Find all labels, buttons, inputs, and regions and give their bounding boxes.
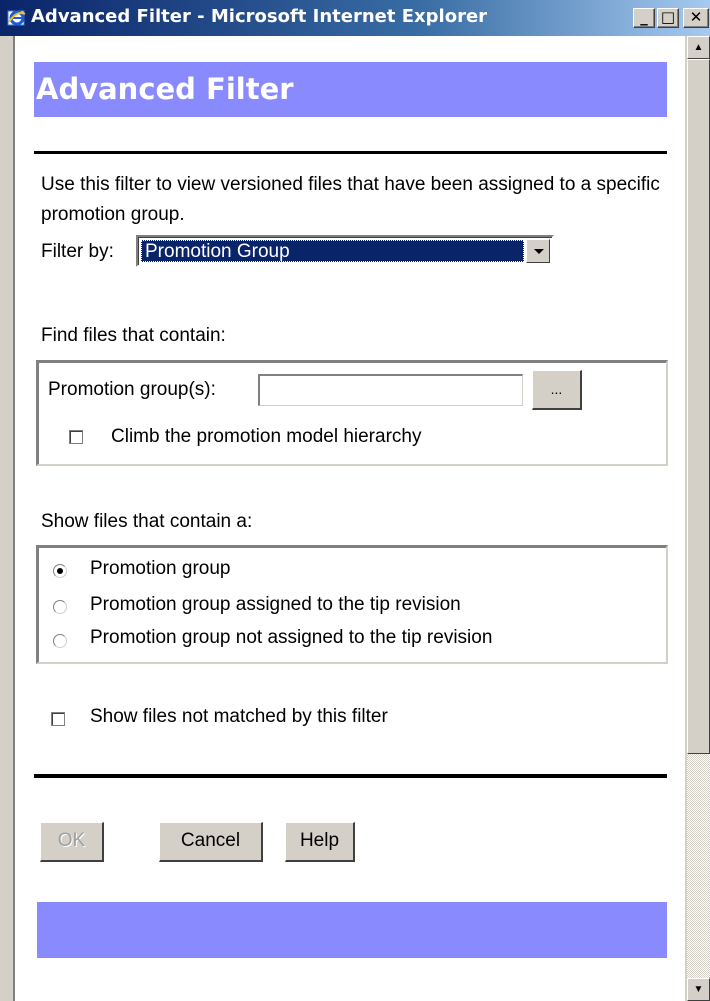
chevron-down-icon[interactable] <box>526 239 550 263</box>
radio-not-assigned-tip-label: Promotion group not assigned to the tip … <box>90 627 493 648</box>
radio-assigned-tip-label: Promotion group assigned to the tip revi… <box>90 594 461 615</box>
scrollbar-thumb[interactable] <box>687 59 710 754</box>
browse-button[interactable]: ... <box>532 370 582 410</box>
radio-assigned-tip[interactable] <box>53 600 67 614</box>
window-title: Advanced Filter - Microsoft Internet Exp… <box>31 6 488 27</box>
promotion-groups-label: Promotion group(s): <box>48 379 216 400</box>
minimize-button[interactable]: _ <box>633 8 655 28</box>
internet-explorer-icon <box>7 10 26 26</box>
climb-hierarchy-checkbox[interactable] <box>69 430 83 444</box>
arrow-up-icon[interactable]: ▲ <box>687 36 710 59</box>
cancel-button[interactable]: Cancel <box>159 822 263 862</box>
radio-promotion-group-label: Promotion group <box>90 558 231 579</box>
description-text: Use this filter to view versioned files … <box>41 174 660 225</box>
filter-by-select[interactable]: Promotion Group <box>136 235 554 267</box>
ok-button[interactable]: OK <box>40 822 104 862</box>
promotion-groups-input[interactable] <box>258 374 523 406</box>
window-title-bar[interactable]: Advanced Filter - Microsoft Internet Exp… <box>0 0 710 36</box>
show-files-label: Show files that contain a: <box>41 511 253 532</box>
filter-by-label: Filter by: <box>41 241 114 262</box>
arrow-down-icon[interactable]: ▼ <box>687 978 710 1001</box>
page-title: Advanced Filter <box>34 62 667 117</box>
help-button[interactable]: Help <box>285 822 355 862</box>
radio-promotion-group[interactable] <box>53 564 67 578</box>
close-button[interactable]: ✕ <box>683 8 709 28</box>
vertical-scrollbar[interactable]: ▲ ▼ <box>687 36 710 1001</box>
filter-by-selected-value: Promotion Group <box>141 240 524 262</box>
climb-hierarchy-label: Climb the promotion model hierarchy <box>111 426 422 447</box>
radio-not-assigned-tip[interactable] <box>53 634 67 648</box>
footer-bar <box>37 902 667 958</box>
find-files-label: Find files that contain: <box>41 325 226 346</box>
top-divider <box>34 151 667 154</box>
window-frame-left <box>0 36 15 1001</box>
maximize-button[interactable]: □ <box>657 8 679 28</box>
show-not-matched-label: Show files not matched by this filter <box>90 706 388 727</box>
show-not-matched-checkbox[interactable] <box>51 712 65 726</box>
bottom-divider <box>34 774 667 778</box>
page-content: Advanced Filter Use this filter to view … <box>15 36 685 1001</box>
